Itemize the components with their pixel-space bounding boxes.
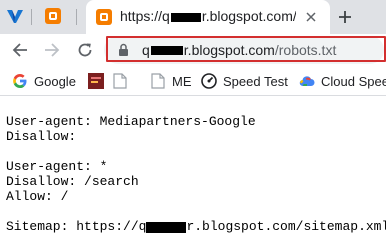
bookmark-label: Google — [34, 73, 76, 89]
redaction-mark — [170, 12, 201, 22]
new-tab-button[interactable] — [332, 5, 358, 29]
pinned-tab-blogger[interactable] — [40, 5, 66, 27]
text-line: Disallow: — [6, 129, 77, 144]
redaction-mark — [150, 45, 183, 55]
redaction-mark — [146, 222, 187, 234]
v-logo-icon — [7, 10, 23, 23]
tab-title: https://qr.blogspot.com/ro — [120, 8, 296, 24]
bookmark-tile[interactable] — [88, 72, 104, 90]
address-bar[interactable]: q r.blogspot.com/robots.txt — [104, 36, 384, 64]
broken-image-icon — [150, 73, 166, 89]
bookmark-item[interactable] — [112, 72, 128, 90]
lock-icon — [119, 43, 128, 56]
robots-txt-content: User-agent: Mediapartners-Google Disallo… — [6, 114, 386, 234]
tab-strip: https://qr.blogspot.com/ro — [0, 0, 386, 34]
tab-separator — [31, 9, 32, 25]
google-icon — [12, 73, 28, 89]
speedtest-icon — [201, 73, 217, 89]
blogger-icon — [45, 8, 61, 24]
forward-button[interactable] — [39, 38, 65, 62]
blogger-icon — [96, 9, 112, 25]
bookmark-cloud-speech[interactable]: Cloud Speech — [299, 72, 386, 90]
bookmark-label: Speed Test — [223, 73, 288, 89]
active-tab[interactable]: https://qr.blogspot.com/ro — [86, 0, 330, 34]
close-icon — [306, 12, 316, 22]
reload-button[interactable] — [72, 38, 98, 62]
bookmark-google[interactable]: Google — [12, 72, 76, 90]
bookmark-me[interactable]: ME — [150, 72, 192, 90]
text-line — [6, 144, 386, 159]
text-line: Disallow: /search — [6, 174, 139, 189]
tile-icon — [88, 73, 104, 89]
pinned-tab-v[interactable] — [2, 5, 28, 27]
tab-separator — [76, 9, 77, 25]
tab-close-button[interactable] — [302, 8, 320, 26]
bookmark-label: ME — [172, 73, 192, 89]
plus-icon — [339, 11, 351, 23]
back-button[interactable] — [7, 38, 33, 62]
sitemap-line: Sitemap: https://q r.blogspot.com/sitemap… — [6, 219, 386, 234]
reload-icon — [78, 43, 92, 57]
text-line — [6, 204, 386, 219]
broken-image-icon — [112, 73, 128, 89]
bookmark-speed-test[interactable]: Speed Test — [201, 72, 288, 90]
forward-arrow-icon — [45, 43, 60, 57]
text-line: User-agent: * — [6, 159, 108, 174]
back-arrow-icon — [12, 43, 27, 57]
toolbar: q r.blogspot.com/robots.txt — [0, 34, 386, 66]
url-text[interactable]: q r.blogspot.com/robots.txt — [142, 42, 336, 58]
text-line: Allow: / — [6, 189, 69, 204]
bookmark-label: Cloud Speech — [321, 73, 386, 89]
cloud-icon — [299, 73, 315, 89]
bookmarks-bar: Google ME Speed Test Cloud Spe — [0, 66, 386, 96]
text-line: User-agent: Mediapartners-Google — [6, 114, 256, 129]
